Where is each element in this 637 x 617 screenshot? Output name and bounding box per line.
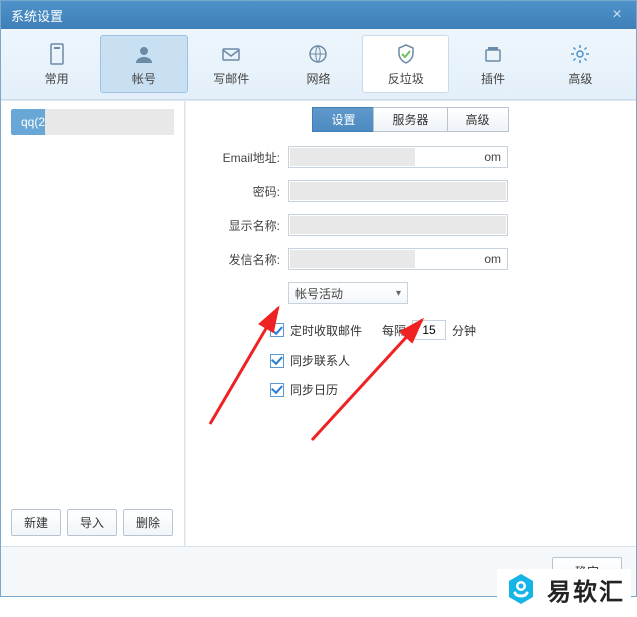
window-title: 系统设置: [11, 6, 63, 25]
delete-button[interactable]: 删除: [123, 509, 173, 536]
tab-label: 写邮件: [213, 70, 249, 87]
import-button[interactable]: 导入: [67, 509, 117, 536]
account-icon: [132, 42, 156, 66]
interval-input[interactable]: [412, 320, 446, 340]
compose-icon: [219, 42, 243, 66]
schedule-label: 定时收取邮件: [290, 322, 362, 339]
tab-label: 帐号: [132, 70, 156, 87]
every-label: 每隔: [382, 322, 406, 339]
account-list: qq(2: [11, 109, 174, 501]
tab-label: 反垃圾: [388, 70, 424, 87]
watermark: 易软汇: [497, 569, 631, 609]
account-item[interactable]: qq(2: [11, 109, 174, 135]
password-field[interactable]: [288, 180, 508, 202]
common-icon: [45, 42, 69, 66]
content-panel: 设置 服务器 高级 Email地址: om 密码:: [185, 101, 636, 546]
subtab-advanced[interactable]: 高级: [447, 107, 509, 132]
tab-antispam[interactable]: 反垃圾: [362, 35, 449, 93]
tab-advanced[interactable]: 高级: [537, 35, 624, 93]
tab-account[interactable]: 帐号: [100, 35, 187, 93]
tab-label: 插件: [481, 70, 505, 87]
sync-calendar-label: 同步日历: [290, 381, 338, 398]
redacted-area: [290, 182, 506, 200]
account-name: qq(2: [21, 115, 45, 129]
subtabs: 设置 服务器 高级: [198, 107, 624, 132]
tab-plugins[interactable]: 插件: [449, 35, 536, 93]
chevron-down-icon: ▾: [396, 288, 401, 299]
sender-label: 发信名称:: [206, 251, 288, 268]
sync-contacts-label: 同步联系人: [290, 352, 350, 369]
display-name-field[interactable]: [288, 214, 508, 236]
network-icon: [306, 42, 330, 66]
subtab-server[interactable]: 服务器: [373, 107, 447, 132]
toolbar: 常用 帐号 写邮件 网络 反垃圾: [1, 29, 636, 100]
sync-contacts-checkbox[interactable]: [270, 354, 284, 368]
close-icon[interactable]: ×: [608, 6, 626, 24]
new-button[interactable]: 新建: [11, 509, 61, 536]
redacted-area: [45, 109, 174, 135]
sidebar: qq(2 新建 导入 删除: [1, 101, 185, 546]
sender-name-field[interactable]: om: [288, 248, 508, 270]
tab-common[interactable]: 常用: [13, 35, 100, 93]
display-label: 显示名称:: [206, 217, 288, 234]
account-form: Email地址: om 密码: 显示名称:: [198, 146, 624, 398]
plugins-icon: [481, 42, 505, 66]
logo-icon: [503, 571, 539, 607]
sync-calendar-checkbox[interactable]: [270, 383, 284, 397]
password-label: 密码:: [206, 183, 288, 200]
gear-icon: [568, 42, 592, 66]
tab-label: 常用: [45, 70, 69, 87]
tab-label: 网络: [306, 70, 330, 87]
account-status-select[interactable]: 帐号活动 ▾: [288, 282, 408, 304]
tab-network[interactable]: 网络: [275, 35, 362, 93]
select-value: 帐号活动: [295, 285, 343, 302]
redacted-area: [290, 148, 415, 166]
antispam-icon: [394, 42, 418, 66]
redacted-area: [290, 216, 506, 234]
schedule-checkbox[interactable]: [270, 323, 284, 337]
settings-window: 系统设置 × 常用 帐号 写邮件 网络: [0, 0, 637, 597]
minutes-label: 分钟: [452, 322, 476, 339]
subtab-settings[interactable]: 设置: [312, 107, 374, 132]
tab-label: 高级: [568, 70, 592, 87]
email-field[interactable]: om: [288, 146, 508, 168]
tab-compose[interactable]: 写邮件: [188, 35, 275, 93]
titlebar: 系统设置 ×: [1, 1, 636, 29]
sender-suffix: om: [484, 252, 501, 266]
watermark-text: 易软汇: [547, 572, 625, 607]
email-label: Email地址:: [206, 149, 288, 166]
email-suffix: om: [484, 150, 501, 164]
redacted-area: [290, 250, 415, 268]
